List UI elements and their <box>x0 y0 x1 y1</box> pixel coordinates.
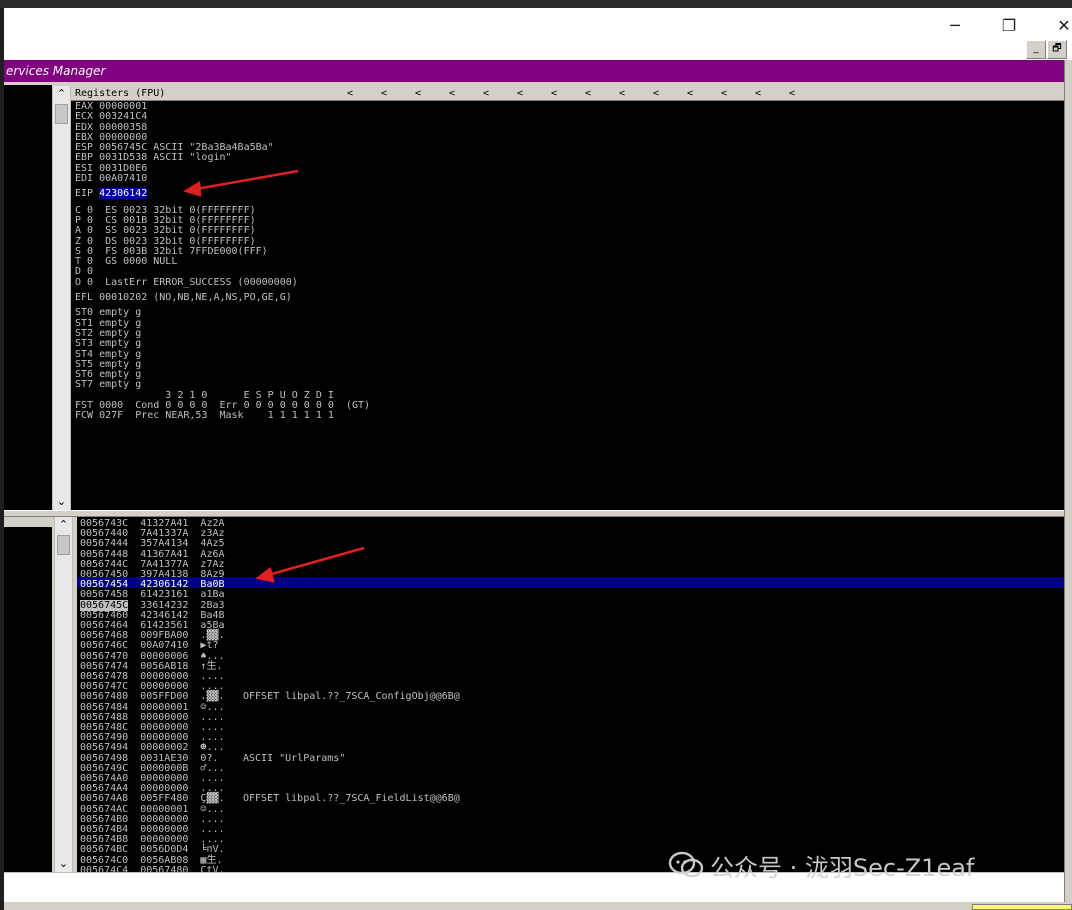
status-bar <box>4 902 1072 910</box>
watermark-text: 公众号 · 泷羽Sec-Z1eaf <box>710 854 975 882</box>
status-indicator <box>972 904 1072 910</box>
eip-annotation-arrow <box>182 169 299 197</box>
wechat-icon <box>668 851 704 878</box>
annotation-arrows <box>182 169 365 583</box>
stack-annotation-arrow <box>255 546 365 583</box>
